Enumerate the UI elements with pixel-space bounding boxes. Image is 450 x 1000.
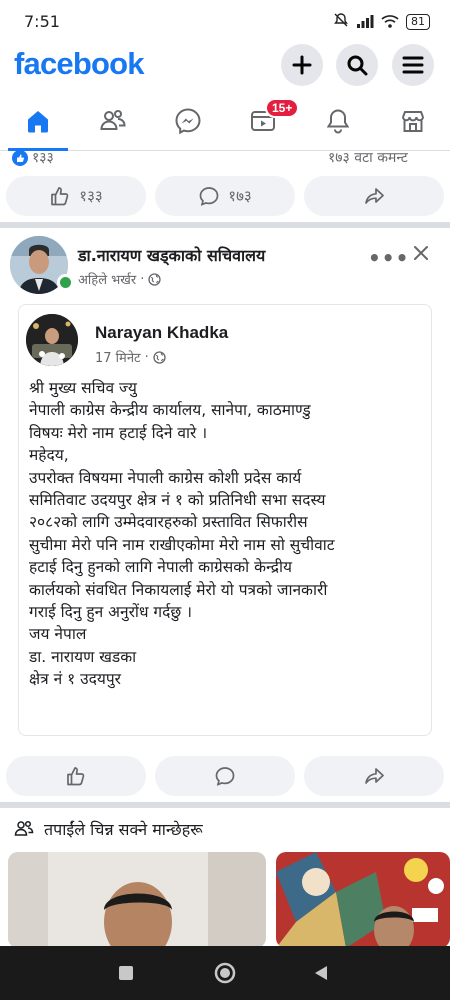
recents-button[interactable] [96,946,156,1000]
previous-post-counts: १३३ १७३ वटा कमन्ट [0,148,450,170]
online-indicator [57,274,74,291]
section-title: तपाईंले चिन्न सक्ने मान्छेहरू [44,820,203,839]
post-line: डा. नारायण खडका [29,647,137,666]
post-line: विषयः मेरो नाम हटाई दिने वारे । [29,423,208,442]
share-icon [365,188,384,204]
comment-button[interactable]: १७३ [155,176,295,216]
people-you-may-know-header: तपाईंले चिन्न सक्ने मान्छेहरू [14,818,203,840]
comments-label: १७३ [228,187,252,205]
back-button[interactable] [291,946,351,1000]
reaction-count: १३३ [32,150,54,166]
reaction-summary[interactable]: १३३ [12,148,54,167]
person-photo [8,852,266,948]
like-button[interactable]: १३३ [6,176,146,216]
post-line: सुचीमा मेरो पनि नाम राखीएकोमा मेरो नाम स… [29,535,335,554]
post-like-button[interactable] [6,756,146,796]
page-name[interactable]: डा.नारायण खड्काको सचिवालय [78,244,265,266]
messenger-icon [175,108,201,135]
share-icon [365,768,384,784]
post-line: क्षेत्र नं १ उदयपुर [29,670,121,689]
marketplace-icon [402,111,424,132]
person-photo [276,852,450,948]
share-button[interactable] [304,176,444,216]
nav-tabs: 15+ [0,96,450,150]
meta-dot: · [144,349,149,365]
home-system-button[interactable] [195,946,255,1000]
shared-avatar-photo [26,314,78,366]
person-card[interactable] [8,852,266,948]
section-separator [0,802,450,808]
home-circle-icon [214,962,236,984]
comment-icon [199,187,219,206]
facebook-logo[interactable]: facebook [14,46,145,82]
post-line: समितिवाट उदयपुर क्षेत्र नं १ को प्रतिनिध… [29,491,326,510]
post-line: २०८२को लागि उम्मेदवारहरुको प्रस्तावित सि… [29,513,308,532]
search-button[interactable] [336,44,378,86]
post-body: श्री मुख्य सचिव ज्यु नेपाली काग्रेस केन्… [29,377,429,691]
shared-author-avatar[interactable] [26,314,78,366]
like-count: १३३ [79,187,103,205]
tab-home[interactable] [8,96,68,146]
system-navigation-bar [0,946,450,1000]
post-comment-button[interactable] [155,756,295,796]
status-bar: 7:51 81 [0,0,450,42]
status-icons: 81 [333,12,430,32]
video-badge: 15+ [265,98,300,118]
post-time[interactable]: अहिले भर्खर [78,270,136,288]
shared-post-time[interactable]: 17 मिनेट [95,348,141,366]
home-icon [28,111,48,133]
post-line: गराई दिनु हुन अनुरोंध गर्दछु । [29,603,193,622]
globe-icon [148,272,162,286]
back-icon [315,966,327,980]
menu-button[interactable] [392,44,434,86]
close-icon [414,246,428,260]
create-button[interactable] [281,44,323,86]
tab-marketplace[interactable] [383,96,443,146]
shared-post-meta: 17 मिनेट · [95,348,166,366]
tab-friends[interactable] [83,96,143,146]
like-reaction-icon [12,149,28,166]
friends-icon [100,110,126,130]
bell-icon [326,109,350,134]
post-line: नेपाली काग्रेस केन्द्रीय कार्यालय, सानेप… [29,401,311,420]
person-card[interactable] [276,852,450,948]
more-options-button[interactable]: ••• [368,246,409,270]
like-icon [67,767,85,786]
globe-icon [153,350,166,364]
recents-icon [119,966,133,980]
menu-icon [402,56,424,74]
meta-dot: · [140,271,145,287]
more-icon: ••• [368,246,410,270]
tab-video[interactable]: 15+ [233,96,300,146]
post-line: कार्लयको संवधित निकायलाई मेरो यो पत्रको … [29,580,328,599]
create-icon [292,55,312,75]
mute-icon [333,12,349,32]
post-line: जय नेपाल [29,625,87,644]
top-bar: facebook [0,42,450,92]
like-icon [51,187,69,206]
post-separator [0,222,450,228]
hide-post-button[interactable] [412,244,430,266]
shared-author-name[interactable]: Narayan Khadka [95,323,228,343]
battery-icon: 81 [406,14,430,30]
post-line: हटाई दिनु हुनको लागि नेपाली काग्रेसको के… [29,558,293,577]
comment-count[interactable]: १७३ वटा कमन्ट [328,148,408,167]
people-icon [14,820,34,836]
post-line: श्री मुख्य सचिव ज्यु [29,379,137,397]
signal-icon [356,13,374,32]
post-share-button[interactable] [304,756,444,796]
post-line: उपरोक्त विषयमा नेपाली काग्रेस कोशी प्रदे… [29,468,302,487]
wifi-icon [381,13,399,32]
post-meta: अहिले भर्खर · [78,270,162,288]
status-time: 7:51 [24,12,60,31]
comment-icon [215,767,235,786]
search-icon [347,55,368,76]
tab-messenger[interactable] [158,96,218,146]
post-line: महेदय, [29,446,69,465]
tab-notifications[interactable] [308,96,368,146]
